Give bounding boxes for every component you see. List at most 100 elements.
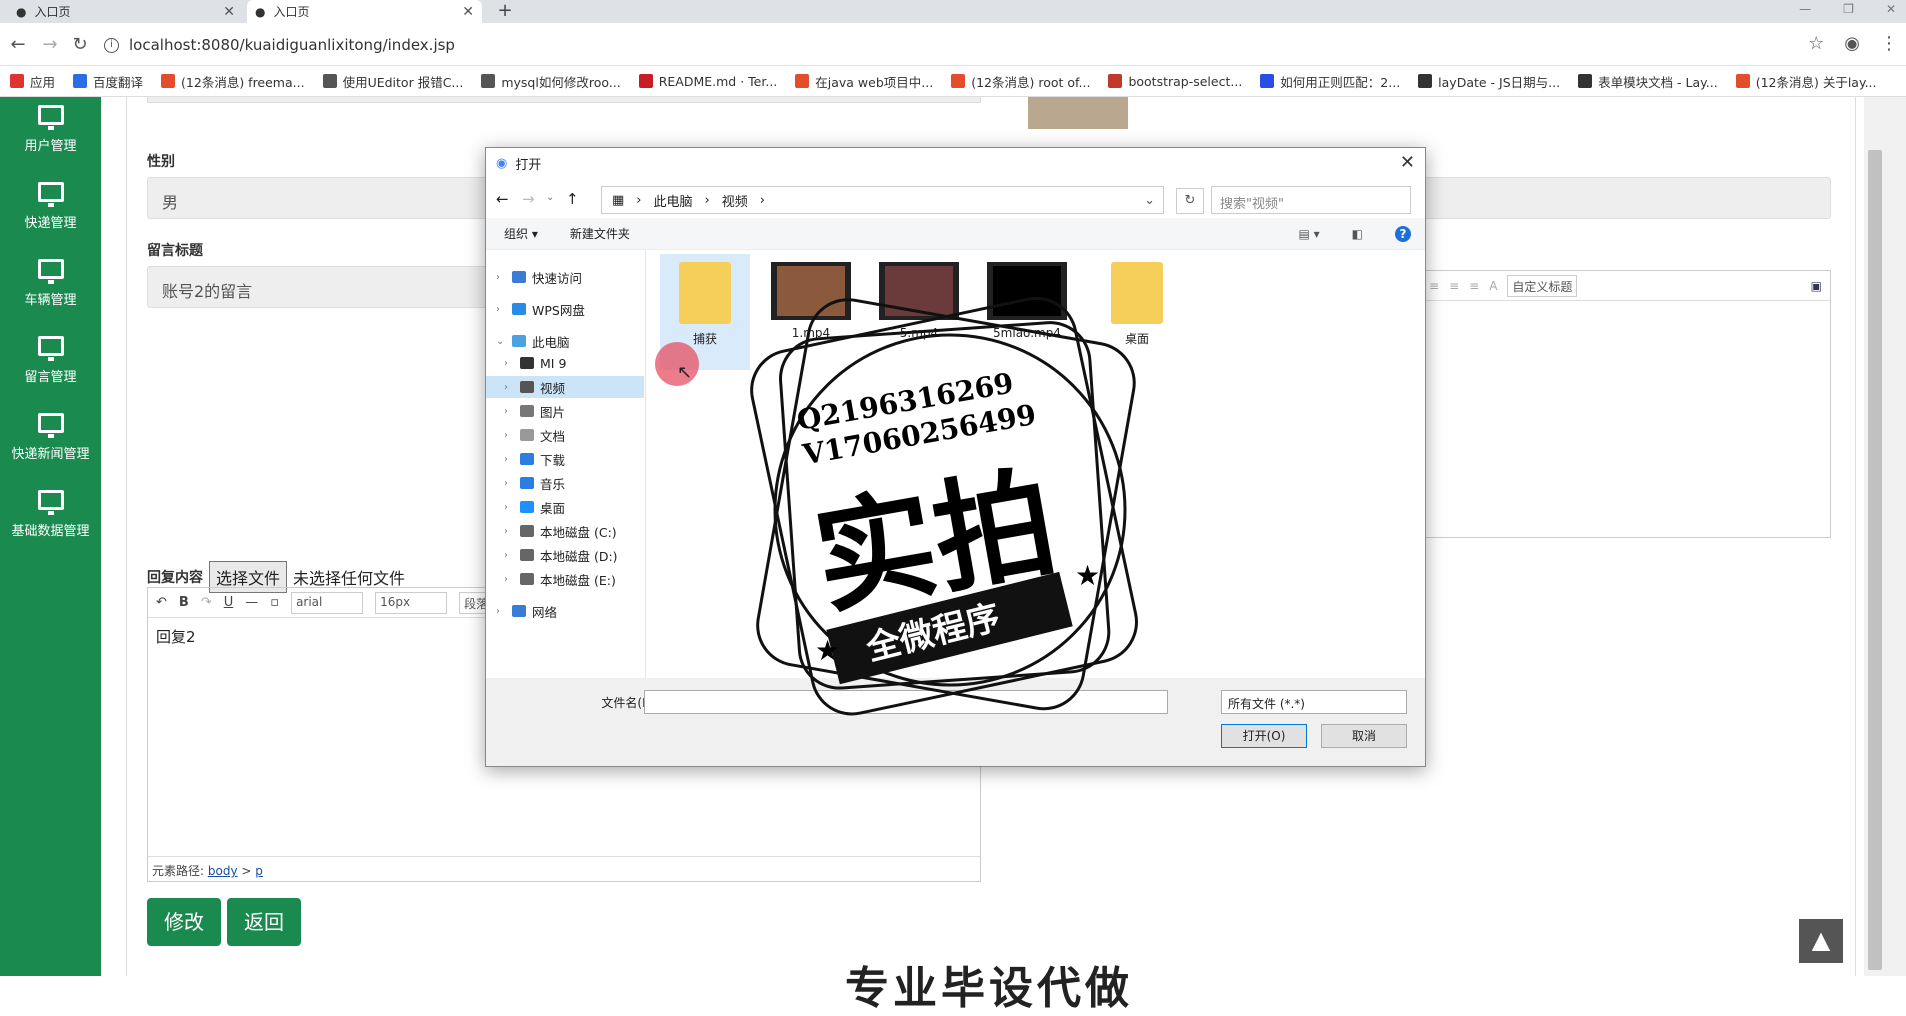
bookmark-item[interactable]: 如何用正则匹配：2... bbox=[1260, 72, 1400, 91]
recent-dropdown-icon[interactable]: ⌄ bbox=[546, 192, 554, 203]
expand-chevron-icon[interactable]: › bbox=[504, 430, 514, 441]
sidebar-item[interactable]: 快递新闻管理 bbox=[0, 413, 101, 483]
expand-chevron-icon[interactable]: › bbox=[504, 502, 514, 513]
forward-icon[interactable]: → bbox=[40, 35, 60, 55]
bookmark-item[interactable]: (12条消息) 关于lay... bbox=[1735, 72, 1877, 91]
restore-icon[interactable]: ❐ bbox=[1843, 2, 1854, 16]
expand-chevron-icon[interactable]: › bbox=[504, 478, 514, 489]
preview-pane-icon[interactable]: ◧ bbox=[1352, 227, 1363, 241]
nav-item[interactable]: › 下载 bbox=[486, 448, 644, 470]
bookmark-item[interactable]: README.md · Ter... bbox=[638, 74, 777, 89]
expand-chevron-icon[interactable]: › bbox=[504, 454, 514, 465]
bookmark-item[interactable]: 百度翻译 bbox=[73, 72, 143, 91]
bold-icon[interactable]: B bbox=[179, 595, 189, 610]
back-button[interactable]: 返回 bbox=[227, 898, 301, 946]
bookmark-item[interactable]: mysql如何修改roo... bbox=[481, 72, 621, 91]
scrollbar-thumb[interactable] bbox=[1868, 150, 1882, 970]
save-button[interactable]: 修改 bbox=[147, 898, 221, 946]
expand-chevron-icon[interactable]: › bbox=[504, 574, 514, 585]
omnibox[interactable]: i localhost:8080/kuaidiguanlixitong/inde… bbox=[104, 31, 1804, 59]
sidebar-item[interactable]: 快递管理 bbox=[0, 182, 101, 252]
align-icon[interactable]: ≡ bbox=[1449, 279, 1459, 293]
close-window-icon[interactable]: ✕ bbox=[1886, 2, 1896, 16]
doc-icon[interactable]: ▫ bbox=[270, 595, 279, 610]
expand-chevron-icon[interactable]: › bbox=[496, 272, 506, 283]
forward-icon[interactable]: → bbox=[522, 190, 535, 208]
info-icon[interactable]: i bbox=[104, 37, 119, 53]
align-icon[interactable]: ≡ bbox=[1429, 279, 1439, 293]
new-tab-button[interactable]: + bbox=[495, 0, 515, 23]
browser-tab-2[interactable]: ● 入口页 ✕ bbox=[247, 0, 482, 23]
nav-item[interactable]: › 本地磁盘 (C:) bbox=[486, 520, 644, 542]
bookmark-item[interactable]: layDate - JS日期与... bbox=[1418, 72, 1560, 91]
underline-icon[interactable]: U bbox=[224, 595, 234, 610]
bookmark-item[interactable]: 应用 bbox=[10, 72, 55, 91]
profile-icon[interactable]: ◉ bbox=[1844, 33, 1860, 54]
expand-chevron-icon[interactable]: › bbox=[504, 406, 514, 417]
expand-chevron-icon[interactable]: ⌄ bbox=[496, 336, 506, 347]
url-text[interactable]: localhost:8080/kuaidiguanlixitong/index.… bbox=[129, 36, 455, 54]
fullscreen-icon[interactable]: ▣ bbox=[1811, 279, 1822, 293]
search-input[interactable]: 搜索"视频" bbox=[1211, 186, 1411, 214]
close-icon[interactable]: ✕ bbox=[462, 4, 474, 20]
nav-item[interactable]: › 图片 bbox=[486, 400, 644, 422]
close-icon[interactable]: ✕ bbox=[223, 4, 235, 20]
bookmark-item[interactable]: (12条消息) root of... bbox=[951, 72, 1090, 91]
view-icon[interactable]: ▤ ▾ bbox=[1298, 227, 1319, 241]
sidebar-item[interactable]: 留言管理 bbox=[0, 336, 101, 406]
browser-tab-1[interactable]: ● 入口页 ✕ bbox=[8, 0, 243, 23]
breadcrumb-this-pc[interactable]: 此电脑 bbox=[654, 191, 693, 210]
path-p-link[interactable]: p bbox=[255, 864, 263, 878]
expand-chevron-icon[interactable]: › bbox=[496, 606, 506, 617]
expand-chevron-icon[interactable]: › bbox=[504, 526, 514, 537]
organize-button[interactable]: 组织 ▾ bbox=[504, 225, 538, 242]
size-select[interactable]: 16px bbox=[375, 591, 448, 614]
nav-item[interactable]: ⌄ 此电脑 bbox=[486, 330, 644, 352]
hr-icon[interactable]: — bbox=[245, 595, 258, 610]
font-color-icon[interactable]: A bbox=[1489, 279, 1497, 293]
custom-title-select[interactable]: 自定义标题 bbox=[1507, 274, 1578, 297]
nav-item[interactable]: › 音乐 bbox=[486, 472, 644, 494]
back-icon[interactable]: ← bbox=[496, 190, 509, 208]
bookmark-item[interactable]: 表单模块文档 - Lay... bbox=[1578, 72, 1718, 91]
star-icon[interactable]: ☆ bbox=[1808, 33, 1824, 54]
breadcrumb[interactable]: ▦ › 此电脑 › 视频 › ⌄ bbox=[601, 186, 1164, 214]
path-body-link[interactable]: body bbox=[208, 864, 238, 878]
back-icon[interactable]: ← bbox=[8, 35, 28, 55]
nav-item[interactable]: › 文档 bbox=[486, 424, 644, 446]
expand-chevron-icon[interactable]: › bbox=[504, 550, 514, 561]
reload-icon[interactable]: ↻ bbox=[70, 35, 90, 55]
bookmark-item[interactable]: 在java web项目中... bbox=[795, 72, 933, 91]
nav-item[interactable]: › 网络 bbox=[486, 600, 644, 622]
breadcrumb-videos[interactable]: 视频 bbox=[722, 191, 748, 210]
help-icon[interactable]: ? bbox=[1395, 225, 1411, 242]
chevron-down-icon[interactable]: ⌄ bbox=[1144, 193, 1155, 208]
sidebar-item[interactable]: 基础数据管理 bbox=[0, 490, 101, 560]
expand-chevron-icon[interactable]: › bbox=[504, 358, 514, 369]
expand-chevron-icon[interactable]: › bbox=[496, 304, 506, 315]
sidebar-item[interactable]: 用户管理 bbox=[0, 105, 101, 175]
bookmark-item[interactable]: (12条消息) freema... bbox=[161, 72, 305, 91]
nav-item[interactable]: › MI 9 bbox=[486, 352, 644, 374]
font-select[interactable]: arial bbox=[291, 591, 364, 614]
minimize-icon[interactable]: — bbox=[1799, 2, 1811, 16]
bookmark-item[interactable]: 使用UEditor 报错C... bbox=[322, 72, 463, 91]
message-editor-right[interactable]: ≡ ≡ ≡ A 自定义标题 ▣ bbox=[1425, 270, 1831, 538]
new-folder-button[interactable]: 新建文件夹 bbox=[570, 225, 630, 242]
cancel-button[interactable]: 取消 bbox=[1321, 724, 1407, 748]
nav-item[interactable]: › 快速访问 bbox=[486, 266, 644, 288]
expand-chevron-icon[interactable]: › bbox=[504, 382, 514, 393]
filetype-select[interactable]: 所有文件 (*.*) bbox=[1221, 690, 1407, 714]
up-icon[interactable]: ↑ bbox=[566, 190, 579, 208]
menu-icon[interactable]: ⋮ bbox=[1880, 33, 1898, 54]
nav-item[interactable]: › 本地磁盘 (E:) bbox=[486, 568, 644, 590]
nav-item[interactable]: › 桌面 bbox=[486, 496, 644, 518]
open-button[interactable]: 打开(O) bbox=[1221, 724, 1307, 748]
nav-item[interactable]: › 视频 bbox=[486, 376, 644, 398]
align-icon[interactable]: ≡ bbox=[1469, 279, 1479, 293]
back-to-top-button[interactable]: ▲ bbox=[1799, 919, 1843, 963]
bookmark-item[interactable]: bootstrap-select... bbox=[1108, 74, 1242, 89]
nav-item[interactable]: › 本地磁盘 (D:) bbox=[486, 544, 644, 566]
sidebar-item[interactable]: 车辆管理 bbox=[0, 259, 101, 329]
close-icon[interactable]: ✕ bbox=[1400, 152, 1415, 173]
